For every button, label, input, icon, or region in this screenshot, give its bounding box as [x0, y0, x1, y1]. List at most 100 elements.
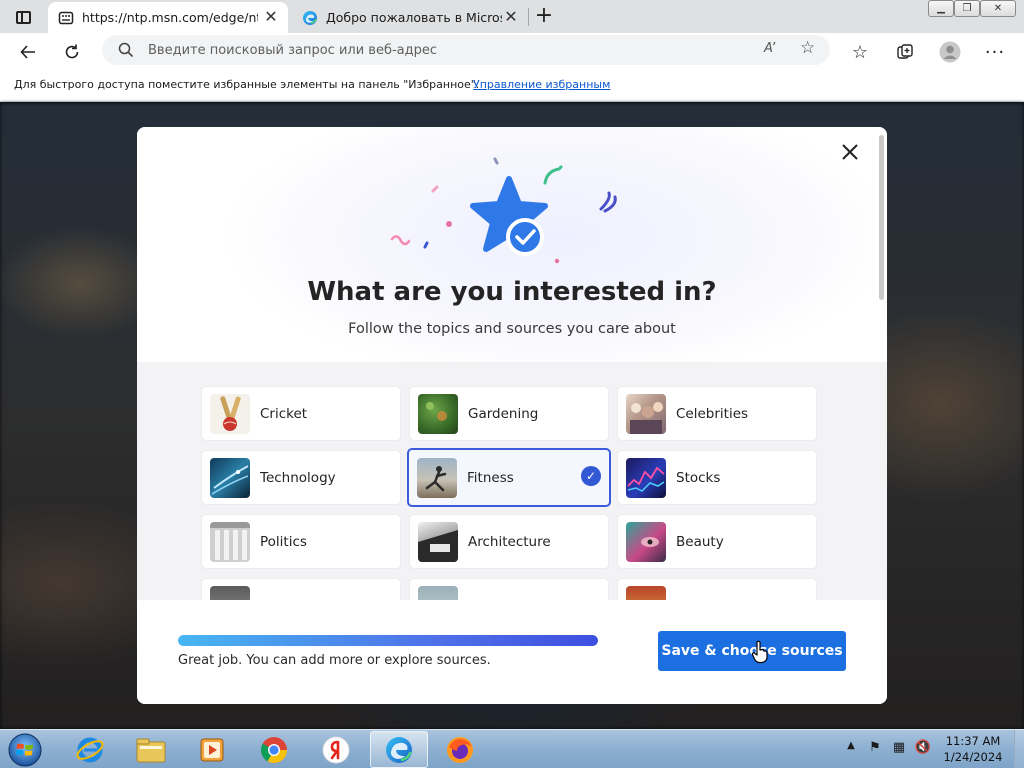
- favorites-bar: Для быстрого доступа поместите избранные…: [0, 70, 1024, 102]
- politics-thumbnail: [210, 521, 250, 562]
- yandex-icon: [322, 736, 350, 763]
- taskbar-firefox[interactable]: [432, 731, 488, 768]
- tab-title: https://ntp.msn.com/edge/ntp?&: [82, 10, 258, 25]
- topic-label: Celebrities: [676, 405, 749, 422]
- settings-more-button[interactable]: ···: [981, 38, 1009, 66]
- topic-partial[interactable]: [201, 578, 401, 600]
- taskbar-media-player[interactable]: [184, 731, 240, 768]
- favorites-hint-text: Для быстрого доступа поместите избранные…: [14, 78, 480, 91]
- restore-button[interactable]: ❐: [954, 0, 980, 17]
- profile-button[interactable]: [936, 38, 964, 66]
- topic-beauty[interactable]: Beauty: [617, 514, 817, 569]
- collections-button[interactable]: [891, 38, 919, 66]
- topic-label: Fitness: [467, 469, 514, 486]
- minimize-button[interactable]: ▁: [928, 0, 954, 17]
- dialog-footer: Great job. You can add more or explore s…: [137, 600, 887, 704]
- topic-label: Architecture: [468, 533, 551, 550]
- topic-partial[interactable]: [409, 578, 609, 600]
- new-tab-button[interactable]: +: [533, 4, 555, 28]
- taskbar-yandex[interactable]: [308, 731, 364, 768]
- address-input[interactable]: [148, 40, 748, 60]
- topic-partial[interactable]: [617, 578, 817, 600]
- clock-time: 11:37 AM: [945, 734, 1001, 748]
- refresh-button[interactable]: [58, 38, 86, 66]
- topic-cricket[interactable]: Cricket: [201, 386, 401, 441]
- topic-label: Gardening: [468, 405, 539, 422]
- collections-icon: [897, 44, 913, 59]
- edge-icon: [303, 10, 317, 25]
- windows-start-icon: [8, 733, 42, 767]
- taskbar-edge[interactable]: [370, 731, 428, 768]
- file-explorer-icon: [136, 738, 166, 762]
- beauty-thumbnail: [626, 521, 666, 562]
- search-icon: [118, 42, 134, 58]
- browser-toolbar: A’ ☆ ☆ ···: [0, 33, 1024, 70]
- firefox-icon: [447, 736, 473, 763]
- clock-date: 1/24/2024: [943, 750, 1003, 764]
- read-aloud-icon[interactable]: A’: [764, 41, 775, 56]
- page-icon: [58, 11, 74, 24]
- topic-gardening[interactable]: Gardening: [409, 386, 609, 441]
- dialog-scrollbar[interactable]: [879, 135, 884, 300]
- interests-progress-bar: [178, 635, 598, 646]
- refresh-icon: [65, 44, 79, 59]
- tab-close-icon[interactable]: ✕: [264, 9, 278, 25]
- celebrities-thumbnail: [626, 393, 666, 434]
- topic-label: Cricket: [260, 405, 308, 422]
- stocks-thumbnail: [626, 457, 666, 498]
- topic-label: Technology: [260, 469, 336, 486]
- network-icon[interactable]: ▦: [890, 740, 908, 758]
- manage-favorites-link[interactable]: Управление избранным: [473, 78, 610, 91]
- taskbar-chrome[interactable]: [246, 731, 302, 768]
- cricket-thumbnail: [210, 393, 250, 434]
- favorites-button[interactable]: ☆: [846, 38, 874, 66]
- topics-grid[interactable]: Cricket Gardening Celebrities Technology: [137, 362, 887, 600]
- topic-label: Stocks: [676, 469, 721, 486]
- topic-politics[interactable]: Politics: [201, 514, 401, 569]
- media-player-icon: [200, 738, 224, 761]
- interests-dialog: What are you interested in? Follow the t…: [137, 127, 887, 704]
- topic-stocks[interactable]: Stocks: [617, 450, 817, 505]
- tab-actions-icon: [15, 10, 31, 24]
- action-center-icon[interactable]: ⚑: [866, 740, 884, 758]
- tab-strip: https://ntp.msn.com/edge/ntp?& ✕ Добро п…: [0, 0, 1024, 33]
- show-desktop-button[interactable]: [1014, 730, 1024, 768]
- system-clock[interactable]: 11:37 AM 1/24/2024: [938, 733, 1008, 765]
- hand-cursor-icon: [751, 640, 768, 664]
- technology-thumbnail: [210, 457, 250, 498]
- topic-celebrities[interactable]: Celebrities: [617, 386, 817, 441]
- topic-thumbnail: [210, 585, 250, 600]
- dialog-subtitle: Follow the topics and sources you care a…: [348, 321, 676, 337]
- tab-title: Добро пожаловать в Microsoft: [326, 10, 502, 25]
- chrome-icon: [260, 736, 288, 763]
- start-button[interactable]: [4, 731, 46, 768]
- avatar: [939, 41, 961, 63]
- windows-taskbar: ▲ ⚑ ▦ 🔇 11:37 AM 1/24/2024: [0, 729, 1024, 768]
- gardening-thumbnail: [418, 393, 458, 434]
- tab-welcome-edge[interactable]: Добро пожаловать в Microsoft ✕: [292, 2, 528, 33]
- dialog-title: What are you interested in?: [307, 277, 717, 307]
- progress-fill: [178, 635, 598, 646]
- topic-architecture[interactable]: Architecture: [409, 514, 609, 569]
- topic-thumbnail: [626, 585, 666, 600]
- topic-fitness[interactable]: Fitness ✓: [407, 448, 611, 507]
- topic-technology[interactable]: Technology: [201, 450, 401, 505]
- favorites-star-icon: ☆: [851, 41, 869, 63]
- close-icon[interactable]: [837, 139, 863, 165]
- tab-close-icon[interactable]: ✕: [504, 9, 518, 25]
- taskbar-internet-explorer[interactable]: [62, 731, 118, 768]
- taskbar-file-explorer[interactable]: [123, 731, 179, 768]
- show-hidden-icons-icon[interactable]: ▲: [842, 740, 860, 758]
- fitness-thumbnail: [417, 457, 457, 498]
- add-favorite-icon[interactable]: ☆: [800, 38, 815, 58]
- address-bar[interactable]: A’ ☆: [102, 35, 830, 65]
- more-dots-icon: ···: [984, 41, 1006, 63]
- topic-thumbnail: [418, 585, 458, 600]
- back-button[interactable]: [14, 38, 42, 66]
- tab-msn-ntp[interactable]: https://ntp.msn.com/edge/ntp?& ✕: [48, 2, 288, 33]
- tab-actions-button[interactable]: [10, 6, 36, 28]
- volume-muted-icon[interactable]: 🔇: [914, 740, 932, 758]
- close-window-button[interactable]: ✕: [980, 0, 1016, 17]
- progress-message: Great job. You can add more or explore s…: [178, 653, 491, 668]
- checkmark-icon: ✓: [581, 466, 601, 486]
